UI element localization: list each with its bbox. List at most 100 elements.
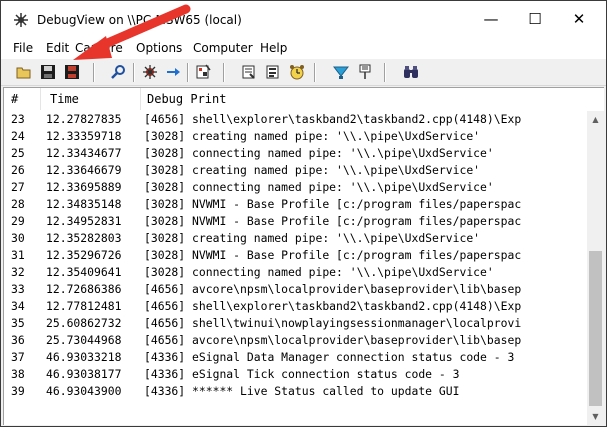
clear-button[interactable] <box>194 63 212 81</box>
menu-computer[interactable]: Computer <box>193 41 253 55</box>
row-time: 12.72686386 <box>46 282 122 296</box>
row-process-id: [3028] <box>144 180 186 194</box>
row-debug-print: [3028] creating named pipe: '\\.\pipe\Ux… <box>144 162 480 179</box>
scroll-down-button[interactable]: ▼ <box>587 408 604 425</box>
chevron-down-icon: ▼ <box>592 412 599 421</box>
row-process-id: [3028] <box>144 248 186 262</box>
column-divider[interactable] <box>140 88 141 110</box>
highlight-button[interactable] <box>264 63 282 81</box>
save-all-button[interactable] <box>63 63 81 81</box>
log-row[interactable]: 29 12.34952831 [3028] NVWMI - Base Profile… <box>4 213 587 230</box>
menu-edit[interactable]: Edit <box>46 41 69 55</box>
toolbar <box>1 59 606 86</box>
row-debug-print: [4336] ****** Live Status called to upda… <box>144 383 459 400</box>
row-time: 12.33434677 <box>46 146 122 160</box>
column-header-debug-print[interactable]: Debug Print <box>147 92 226 106</box>
log-rows: 23 12.27827835 [4656] shell\explorer\taskb… <box>4 111 587 425</box>
log-row[interactable]: 28 12.34835148 [3028] NVWMI - Base Profile… <box>4 196 587 213</box>
row-debug-print: [4656] shell\explorer\taskband2\taskband… <box>144 111 521 128</box>
row-time: 25.73044968 <box>46 333 122 347</box>
open-icon <box>16 67 31 79</box>
pin-button[interactable] <box>356 63 374 81</box>
log-row[interactable]: 36 25.73044968 [4656] avcore\npsm\localpro… <box>4 332 587 349</box>
title-bar[interactable]: DebugView on \\PC-MSW65 (local) — ☐ ✕ <box>1 1 606 37</box>
row-time: 12.33646679 <box>46 163 122 177</box>
row-process-id: [3028] <box>144 197 186 211</box>
scrollbar-thumb[interactable] <box>589 251 602 406</box>
column-divider[interactable] <box>40 88 41 110</box>
open-button[interactable] <box>15 63 33 81</box>
row-number: 34 <box>11 299 25 313</box>
row-number: 28 <box>11 197 25 211</box>
capture-icon <box>143 65 157 79</box>
log-row[interactable]: 35 25.60862732 [4656] shell\twinui\nowplay… <box>4 315 587 332</box>
save-all-icon <box>65 65 79 79</box>
row-process-id: [3028] <box>144 146 186 160</box>
menu-capture[interactable]: Capture <box>75 41 123 55</box>
row-message: NVWMI - Base Profile [c:/program files/p… <box>192 197 522 211</box>
row-debug-print: [4336] eSignal Tick connection status co… <box>144 366 459 383</box>
log-row[interactable]: 26 12.33646679 [3028] creating named pipe:… <box>4 162 587 179</box>
log-row[interactable]: 27 12.33695889 [3028] connecting named pip… <box>4 179 587 196</box>
menu-file[interactable]: File <box>13 41 33 55</box>
debugview-window: DebugView on \\PC-MSW65 (local) — ☐ ✕ Fi… <box>0 0 607 427</box>
log-row[interactable]: 39 46.93043900 [4336] ****** Live Status c… <box>4 383 587 400</box>
row-message: shell\twinui\nowplayingsessionmanager\lo… <box>192 316 522 330</box>
row-message: connecting named pipe: '\\.\pipe\UxdServ… <box>192 180 494 194</box>
filter-button[interactable] <box>240 63 258 81</box>
menu-bar: File Edit Capture Options Computer Help <box>1 37 606 59</box>
autoscroll-icon <box>167 68 180 76</box>
log-row[interactable]: 23 12.27827835 [4656] shell\explorer\taskb… <box>4 111 587 128</box>
row-time: 46.93038177 <box>46 367 122 381</box>
row-time: 12.33359718 <box>46 129 122 143</box>
log-row[interactable]: 24 12.33359718 [3028] creating named pipe:… <box>4 128 587 145</box>
row-process-id: [4656] <box>144 316 186 330</box>
minimize-button[interactable]: — <box>468 1 514 37</box>
row-message: creating named pipe: '\\.\pipe\UxdServic… <box>192 231 481 245</box>
row-debug-print: [4656] shell\explorer\taskband2\taskband… <box>144 298 521 315</box>
row-time: 12.34835148 <box>46 197 122 211</box>
toolbar-separator <box>314 63 316 82</box>
capture-button[interactable] <box>141 63 159 81</box>
log-row[interactable]: 38 46.93038177 [4336] eSignal Tick connect… <box>4 366 587 383</box>
row-message: NVWMI - Base Profile [c:/program files/p… <box>192 214 522 228</box>
row-message: ****** Live Status called to update GUI <box>192 384 460 398</box>
log-row[interactable]: 34 12.77812481 [4656] shell\explorer\taskb… <box>4 298 587 315</box>
row-time: 12.77812481 <box>46 299 122 313</box>
row-process-id: [3028] <box>144 129 186 143</box>
column-header-time[interactable]: Time <box>50 92 79 106</box>
save-button[interactable] <box>39 63 57 81</box>
maximize-button[interactable]: ☐ <box>512 1 558 37</box>
row-process-id: [4656] <box>144 282 186 296</box>
row-debug-print: [3028] creating named pipe: '\\.\pipe\Ux… <box>144 128 480 145</box>
log-row[interactable]: 30 12.35282803 [3028] creating named pipe:… <box>4 230 587 247</box>
row-debug-print: [4656] shell\twinui\nowplayingsessionman… <box>144 315 521 332</box>
toolbar-separator <box>133 63 135 82</box>
scroll-up-button[interactable]: ▲ <box>587 111 604 128</box>
find-button[interactable] <box>109 63 127 81</box>
log-row[interactable]: 37 46.93033218 [4336] eSignal Data Manager… <box>4 349 587 366</box>
close-button[interactable]: ✕ <box>556 1 602 37</box>
clock-button[interactable] <box>288 63 306 81</box>
row-time: 25.60862732 <box>46 316 122 330</box>
log-row[interactable]: 32 12.35409641 [3028] connecting named pip… <box>4 264 587 281</box>
row-number: 27 <box>11 180 25 194</box>
log-row[interactable]: 33 12.72686386 [4656] avcore\npsm\localpro… <box>4 281 587 298</box>
filter-icon <box>242 65 255 79</box>
debug-output-list[interactable]: # Time Debug Print 23 12.27827835 [4656] s… <box>3 87 604 425</box>
log-row[interactable]: 25 12.33434677 [3028] connecting named pip… <box>4 145 587 162</box>
column-header-number[interactable]: # <box>11 92 18 106</box>
binoculars-button[interactable] <box>402 63 420 81</box>
row-number: 36 <box>11 333 25 347</box>
row-message: shell\explorer\taskband2\taskband2.cpp(4… <box>192 299 522 313</box>
history-button[interactable] <box>332 63 350 81</box>
row-process-id: [4656] <box>144 299 186 313</box>
row-debug-print: [4656] avcore\npsm\localprovider\basepro… <box>144 281 521 298</box>
minimize-icon: — <box>483 10 499 28</box>
menu-help[interactable]: Help <box>260 41 287 55</box>
toolbar-separator <box>223 63 225 82</box>
vertical-scrollbar[interactable]: ▲ ▼ <box>587 111 604 425</box>
autoscroll-button[interactable] <box>164 63 182 81</box>
log-row[interactable]: 31 12.35296726 [3028] NVWMI - Base Profile… <box>4 247 587 264</box>
menu-options[interactable]: Options <box>136 41 182 55</box>
